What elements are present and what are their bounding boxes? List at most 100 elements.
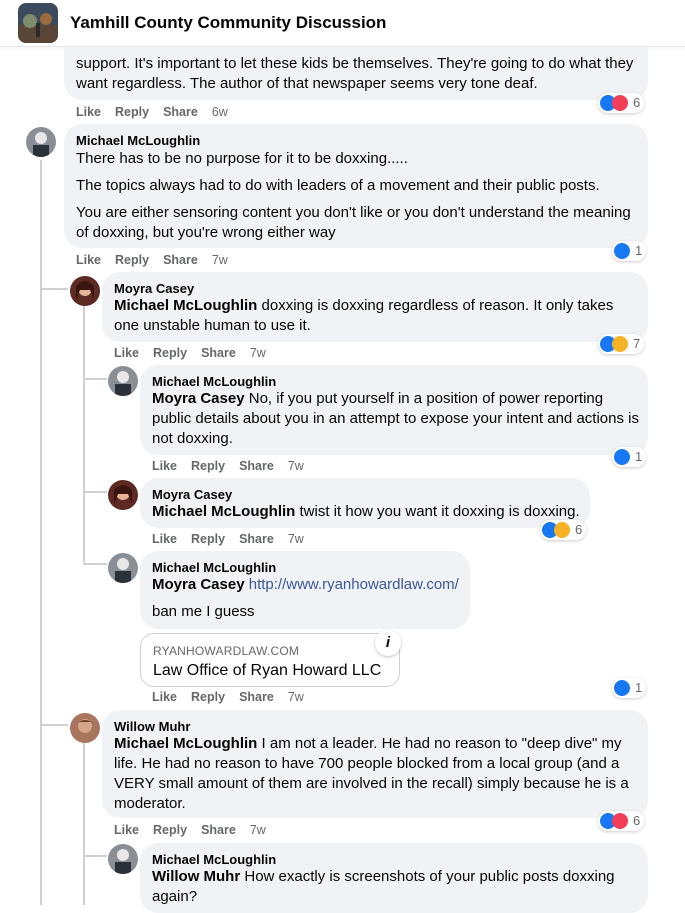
info-icon[interactable]: i	[375, 630, 401, 656]
share-button[interactable]: Share	[239, 690, 274, 704]
preview-title: Law Office of Ryan Howard LLC	[153, 662, 382, 679]
avatar[interactable]	[70, 713, 100, 743]
url-link[interactable]: http://www.ryanhowardlaw.com/	[249, 576, 459, 593]
reply-button[interactable]: Reply	[115, 253, 149, 267]
author-name[interactable]: Michael McLoughlin	[152, 560, 276, 575]
like-button[interactable]: Like	[152, 532, 177, 546]
like-icon	[614, 243, 630, 259]
reply-button[interactable]: Reply	[153, 346, 187, 360]
share-button[interactable]: Share	[201, 823, 236, 837]
thread-branch	[83, 563, 107, 565]
avatar[interactable]	[70, 276, 100, 306]
avatar[interactable]	[108, 480, 138, 510]
comment-actions: Like Reply Share 7w	[114, 823, 280, 837]
comment-text: Michael McLoughlin I am not a leader. He…	[114, 735, 629, 812]
share-button[interactable]: Share	[163, 105, 198, 119]
reaction-summary[interactable]: 1	[612, 241, 646, 261]
reply-button[interactable]: Reply	[191, 532, 225, 546]
comment-bubble: Michael McLoughlin There has to be no pu…	[64, 124, 648, 248]
comment-time[interactable]: 7w	[250, 823, 266, 837]
comment-time[interactable]: 6w	[212, 105, 228, 119]
author-name[interactable]: Michael McLoughlin	[152, 374, 276, 389]
reaction-summary[interactable]: 6	[598, 93, 644, 113]
author-name[interactable]: Michael McLoughlin	[76, 133, 200, 148]
reaction-summary[interactable]: 6	[598, 811, 644, 831]
share-button[interactable]: Share	[239, 459, 274, 473]
comment-bubble: Moyra Casey Michael McLoughlin twist it …	[140, 478, 590, 528]
like-button[interactable]: Like	[76, 253, 101, 267]
reaction-count: 6	[575, 522, 583, 537]
comment-time[interactable]: 7w	[288, 459, 304, 473]
like-button[interactable]: Like	[152, 690, 177, 704]
comment-actions: Like Reply Share 7w	[152, 532, 318, 546]
reaction-count: 1	[635, 680, 643, 695]
comment-bubble: Michael McLoughlin Moyra Casey http://ww…	[140, 551, 470, 629]
share-button[interactable]: Share	[201, 346, 236, 360]
mention-link[interactable]: Michael McLoughlin	[114, 735, 257, 752]
thread-line-nested	[83, 740, 85, 905]
reaction-count: 1	[635, 243, 643, 258]
reply-button[interactable]: Reply	[115, 105, 149, 119]
reply-button[interactable]: Reply	[191, 690, 225, 704]
comment-time[interactable]: 7w	[212, 253, 228, 267]
avatar[interactable]	[26, 127, 56, 157]
group-icon[interactable]	[18, 3, 58, 43]
thread-line	[40, 160, 42, 905]
comment-text: Willow Muhr How exactly is screenshots o…	[152, 868, 615, 905]
author-name[interactable]: Moyra Casey	[152, 487, 232, 502]
mention-link[interactable]: Willow Muhr	[152, 868, 240, 885]
author-name[interactable]: Moyra Casey	[114, 281, 194, 296]
like-icon	[614, 449, 630, 465]
love-icon	[612, 813, 628, 829]
author-name[interactable]: Willow Muhr	[114, 719, 190, 734]
comment-text: Moyra Casey http://www.ryanhowardlaw.com…	[152, 575, 472, 595]
like-button[interactable]: Like	[114, 823, 139, 837]
comment-text: support. It's important to let these kid…	[76, 55, 634, 92]
thread-branch	[40, 288, 68, 290]
like-button[interactable]: Like	[152, 459, 177, 473]
reply-button[interactable]: Reply	[153, 823, 187, 837]
mention-link[interactable]: Michael McLoughlin	[152, 503, 295, 520]
comment-text: The topics always had to do with leaders…	[76, 177, 600, 194]
like-icon	[614, 680, 630, 696]
reaction-summary[interactable]: 1	[612, 678, 646, 698]
haha-icon	[612, 336, 628, 352]
comment-time[interactable]: 7w	[288, 532, 304, 546]
reaction-count: 6	[633, 813, 641, 828]
reaction-summary[interactable]: 1	[612, 447, 646, 467]
thread-branch	[83, 491, 107, 493]
reaction-count: 7	[633, 336, 641, 351]
reply-button[interactable]: Reply	[191, 459, 225, 473]
like-button[interactable]: Like	[76, 105, 101, 119]
link-preview-card[interactable]: RYANHOWARDLAW.COM Law Office of Ryan How…	[140, 630, 401, 687]
comment-actions: Like Reply Share 7w	[152, 459, 318, 473]
reaction-count: 6	[633, 95, 641, 110]
reaction-summary[interactable]: 7	[598, 334, 644, 354]
share-button[interactable]: Share	[163, 253, 198, 267]
reaction-count: 1	[635, 449, 643, 464]
avatar[interactable]	[108, 366, 138, 396]
love-icon	[612, 95, 628, 111]
like-button[interactable]: Like	[114, 346, 139, 360]
comment-bubble: Michael McLoughlin Willow Muhr How exact…	[140, 843, 648, 913]
avatar[interactable]	[108, 553, 138, 583]
comment-bubble: Moyra Casey Michael McLoughlin doxxing i…	[102, 272, 648, 342]
mention-link[interactable]: Moyra Casey	[152, 390, 245, 407]
group-title[interactable]: Yamhill County Community Discussion	[70, 13, 386, 33]
comment-bubble: Michael McLoughlin Moyra Casey No, if yo…	[140, 365, 648, 455]
mention-link[interactable]: Moyra Casey	[152, 576, 245, 593]
thread-line-nested	[83, 302, 85, 562]
share-button[interactable]: Share	[239, 532, 274, 546]
reaction-summary[interactable]: 6	[540, 520, 586, 540]
comment-actions: Like Reply Share 6w	[76, 105, 242, 119]
group-header: Yamhill County Community Discussion	[0, 0, 685, 47]
author-name[interactable]: Michael McLoughlin	[152, 852, 276, 867]
preview-domain: RYANHOWARDLAW.COM	[153, 644, 300, 658]
comment-bubble: Willow Muhr Michael McLoughlin I am not …	[102, 710, 648, 818]
thread-branch	[83, 855, 107, 857]
comment-text: ban me I guess	[152, 603, 255, 620]
avatar[interactable]	[108, 844, 138, 874]
comment-time[interactable]: 7w	[250, 346, 266, 360]
mention-link[interactable]: Michael McLoughlin	[114, 297, 257, 314]
comment-time[interactable]: 7w	[288, 690, 304, 704]
